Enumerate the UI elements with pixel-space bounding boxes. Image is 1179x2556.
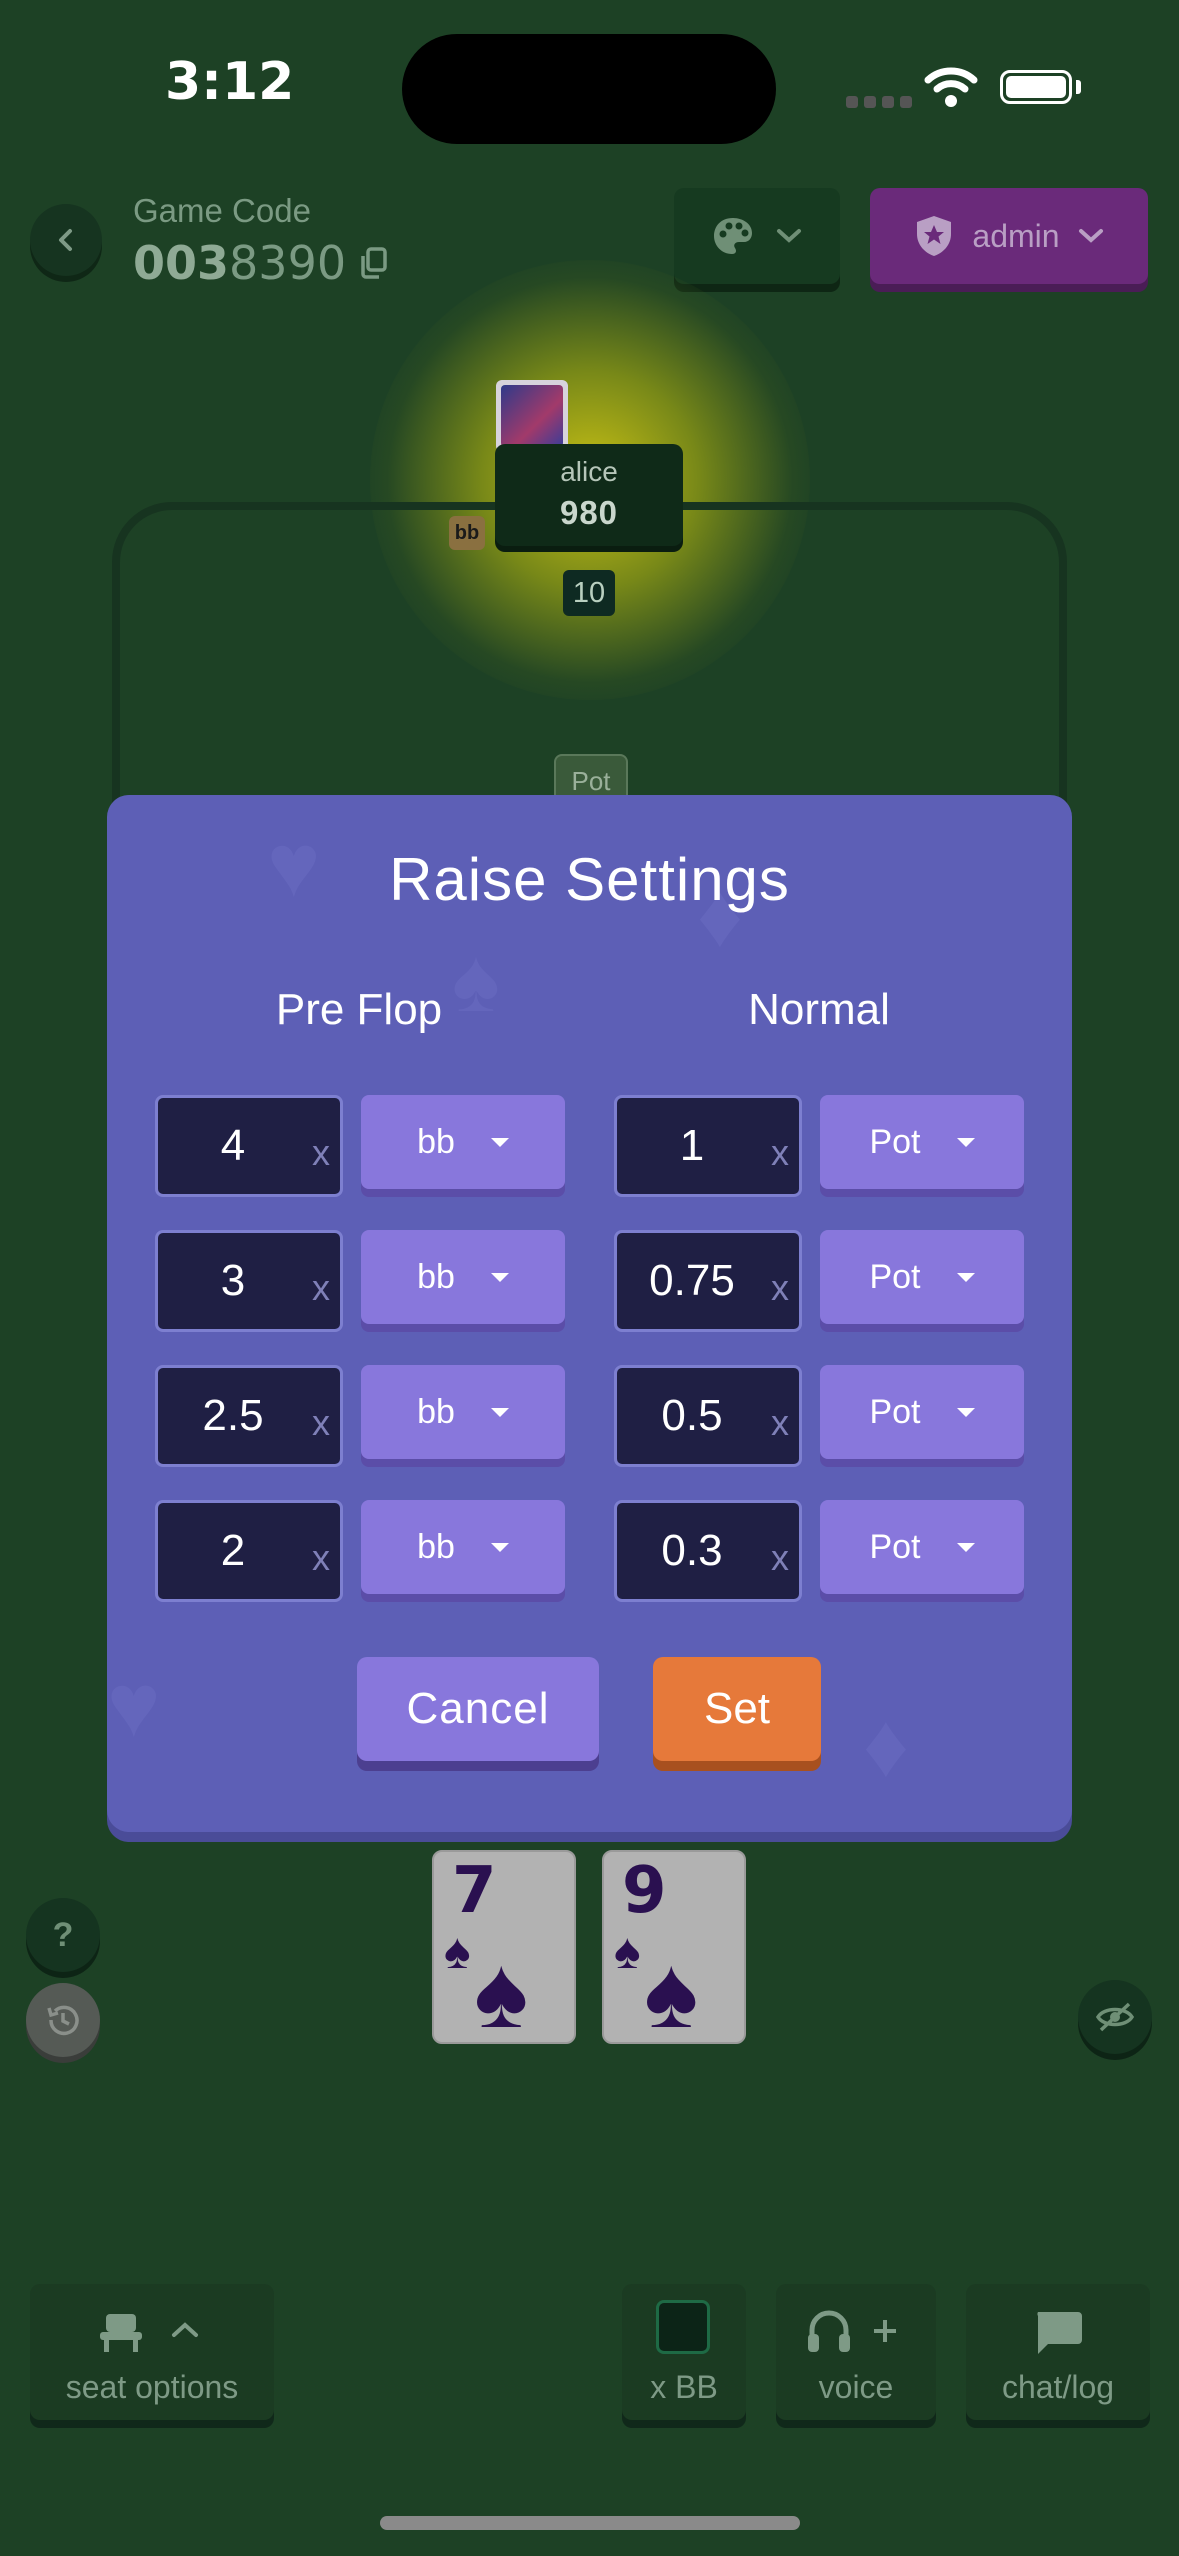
player-stack: 980 [559,494,619,531]
normal-value-input-3[interactable]: 0.5 x [614,1365,802,1467]
voice-label: voice [818,2369,894,2405]
headset-icon [808,2310,850,2352]
big-blind-badge: bb [449,516,485,550]
spade-icon: ♠ [644,1935,699,2049]
preflop-value-input-4[interactable]: 2x [155,1500,343,1602]
xbb-label: x BB [650,2369,718,2405]
normal-unit-select-2[interactable]: Pot [820,1230,1024,1324]
seat-icon [100,2314,142,2352]
card-rank: 7 [452,1854,497,1928]
hand-card-2[interactable]: 9 ♠ ♠ [602,1850,746,2049]
preflop-unit-select-1[interactable]: bb [361,1095,565,1189]
preflop-unit-select-2[interactable]: bb [361,1230,565,1324]
game-code-prefix: 003 [133,236,230,290]
hide-cards-button[interactable] [1078,1980,1152,2054]
seat-options-label: seat options [65,2369,239,2405]
player-card-back [496,380,568,452]
hand-history-button[interactable] [26,1983,100,2057]
help-icon: ? [52,1915,74,1954]
back-button[interactable] [30,204,102,276]
game-code-label: Game Code [133,192,311,229]
admin-label: admin [972,217,1060,254]
player-seat-alice[interactable]: alice 980 [495,444,683,546]
xbb-toggle-button[interactable]: x BB [622,2284,746,2420]
game-code-suffix: 8390 [229,236,347,290]
normal-title: Normal [748,985,890,1034]
wifi-icon [924,67,978,107]
normal-unit-select-1[interactable]: Pot [820,1095,1024,1189]
modal-title: Raise Settings [389,846,790,913]
preflop-value-input-1[interactable]: 4x [155,1095,343,1197]
normal-value-input-4[interactable]: 0.3 x [614,1500,802,1602]
spade-icon: ♠ [474,1935,529,2049]
raise-settings-modal: ♥ ♠ ♦ ♥ ♦ Raise Settings Pre Flop Normal… [107,795,1072,1832]
normal-unit-select-3[interactable]: Pot [820,1365,1024,1459]
history-icon [47,2005,79,2036]
preflop-unit-select-4[interactable]: bb [361,1500,565,1594]
normal-value-input-1[interactable]: 1x [614,1095,802,1197]
preflop-value-input-3[interactable]: 2.5 x [155,1365,343,1467]
chat-log-button[interactable]: chat/log [966,2284,1150,2420]
hand-card-1[interactable]: 7 ♠ ♠ [432,1850,576,2049]
shield-star-icon [917,216,952,256]
heart-decoration: ♥ [107,1656,161,1756]
chevron-down-icon [1078,229,1103,243]
cancel-button[interactable]: Cancel [357,1657,599,1761]
seat-options-button[interactable]: seat options [30,2284,274,2420]
chat-icon [1037,2312,1082,2354]
set-button[interactable]: Set [653,1657,821,1761]
dynamic-island [402,34,776,144]
chevron-up-icon [172,2322,198,2337]
admin-menu-button[interactable]: admin [870,188,1148,284]
help-button[interactable]: ? [26,1898,100,1972]
player-name: alice [560,456,618,487]
xbb-checkbox[interactable] [656,2300,710,2354]
chevron-down-icon [777,229,801,243]
game-code-value[interactable]: 0038390 [133,236,388,290]
chat-log-label: chat/log [1001,2369,1115,2405]
status-time: 3:12 [165,52,295,112]
preflop-title: Pre Flop [275,985,443,1034]
eye-off-icon [1095,2002,1135,2032]
normal-value-input-2[interactable]: 0.75 x [614,1230,802,1332]
theme-picker-button[interactable] [674,188,840,284]
copy-icon[interactable] [360,247,388,279]
home-indicator [380,2516,800,2530]
normal-unit-select-4[interactable]: Pot [820,1500,1024,1594]
voice-button[interactable]: voice [776,2284,936,2420]
chevron-left-icon [59,229,72,251]
battery-tip [1076,80,1081,94]
battery-icon [1000,70,1072,104]
spade-icon: ♠ [614,1923,641,1979]
diamond-decoration: ♦ [863,1696,909,1796]
preflop-unit-select-3[interactable]: bb [361,1365,565,1459]
plus-icon [874,2320,896,2342]
cellular-signal-icon [846,96,912,108]
preflop-value-input-2[interactable]: 3x [155,1230,343,1332]
palette-icon [714,218,752,254]
player-bet: 10 [563,570,615,616]
card-rank: 9 [622,1854,667,1928]
spade-icon: ♠ [444,1923,471,1979]
